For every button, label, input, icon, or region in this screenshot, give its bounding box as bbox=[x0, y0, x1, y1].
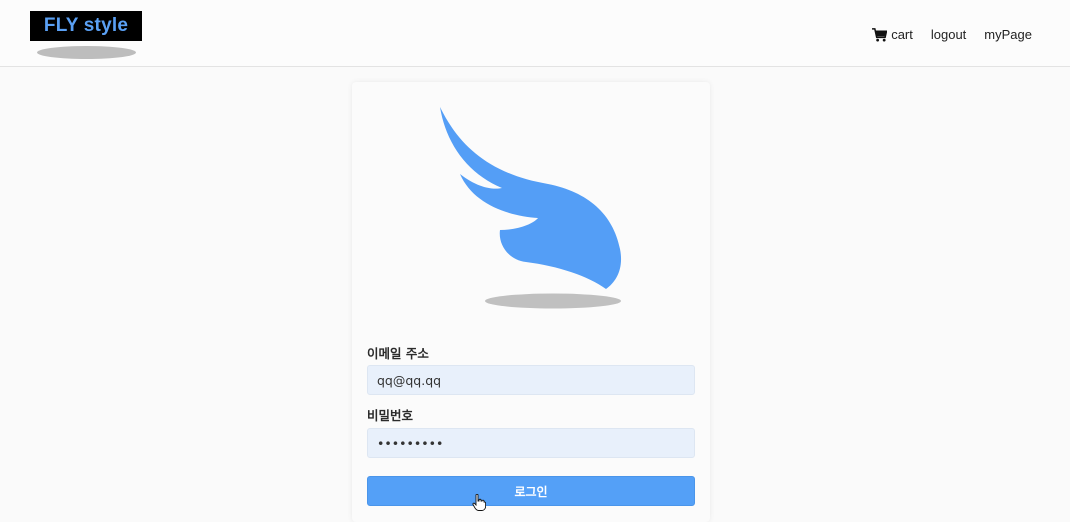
hand-pointer-icon bbox=[472, 494, 486, 511]
email-label: 이메일 주소 bbox=[367, 346, 429, 361]
cart-label: cart bbox=[891, 27, 913, 42]
logout-link[interactable]: logout bbox=[931, 27, 966, 42]
password-field[interactable] bbox=[367, 428, 695, 458]
cart-link[interactable]: cart bbox=[872, 27, 913, 42]
logo-shadow bbox=[37, 46, 136, 59]
brand-logo[interactable]: FLY style bbox=[30, 11, 142, 61]
top-navbar: FLY style cart logout myPage bbox=[0, 0, 1070, 67]
email-field[interactable] bbox=[367, 365, 695, 395]
brand-logo-text: FLY style bbox=[30, 11, 142, 41]
cart-icon bbox=[872, 27, 888, 42]
wing-logo-icon bbox=[440, 107, 622, 309]
password-label: 비밀번호 bbox=[367, 408, 414, 423]
login-card: 이메일 주소 비밀번호 로그인 bbox=[352, 82, 710, 522]
mypage-link[interactable]: myPage bbox=[984, 27, 1032, 42]
login-button[interactable]: 로그인 bbox=[367, 476, 695, 506]
nav-links: cart logout myPage bbox=[854, 27, 1032, 42]
